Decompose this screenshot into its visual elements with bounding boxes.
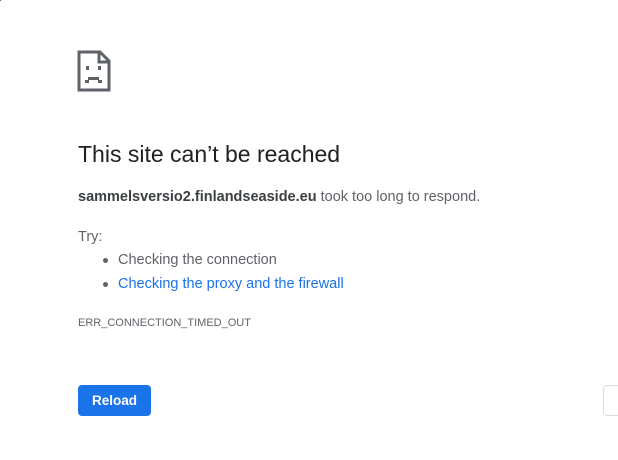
sad-page-icon: [77, 50, 111, 92]
corner-mark: [0, 0, 1, 1]
details-button[interactable]: [603, 385, 618, 416]
proxy-firewall-link[interactable]: Checking the proxy and the firewall: [118, 276, 344, 292]
error-summary-text: took too long to respond.: [316, 189, 481, 205]
suggestions-list: Checking the connection Checking the pro…: [78, 248, 344, 296]
suggestion-check-connection: Checking the connection: [78, 248, 344, 272]
site-host: sammelsversio2.finlandseaside.eu: [78, 189, 317, 205]
error-summary: sammelsversio2.finlandseaside.eu took to…: [78, 187, 480, 207]
reload-button[interactable]: Reload: [78, 385, 151, 416]
page-title: This site can’t be reached: [78, 141, 341, 167]
suggestion-check-proxy-firewall: Checking the proxy and the firewall: [78, 272, 344, 296]
bullet-icon: [103, 282, 108, 287]
try-label: Try:: [78, 229, 103, 245]
suggestion-label: Checking the connection: [118, 252, 277, 268]
error-code: ERR_CONNECTION_TIMED_OUT: [78, 317, 251, 329]
bullet-icon: [103, 258, 108, 263]
